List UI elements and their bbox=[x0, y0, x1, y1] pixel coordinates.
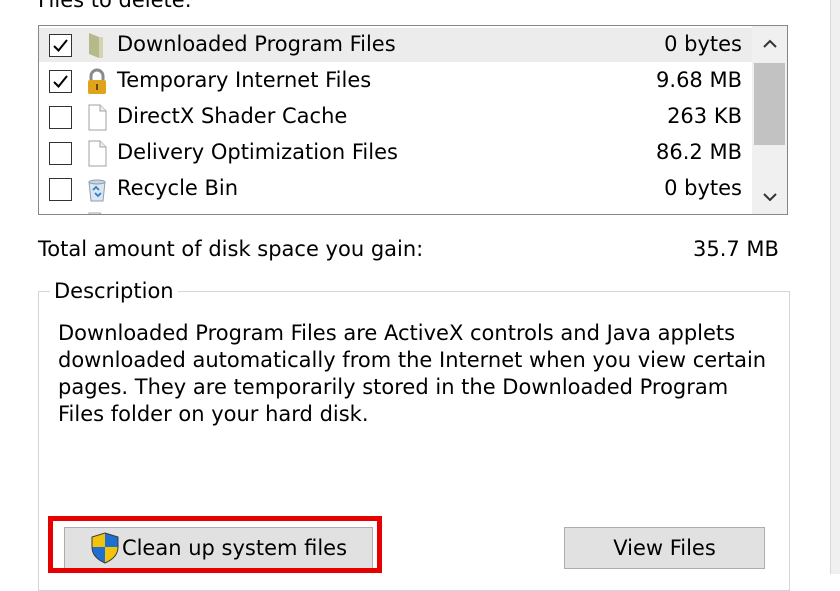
lock-icon bbox=[83, 67, 111, 95]
checkbox[interactable] bbox=[49, 34, 72, 57]
item-size: 9.68 MB bbox=[656, 68, 742, 92]
item-name: Temporary Internet Files bbox=[117, 68, 372, 92]
total-space-label: Total amount of disk space you gain: bbox=[38, 237, 424, 261]
item-name: Downloaded Program Files bbox=[117, 32, 396, 56]
list-item-delivery-optimization-files[interactable]: Delivery Optimization Files 86.2 MB bbox=[39, 136, 752, 170]
item-name: Delivery Optimization Files bbox=[117, 140, 398, 164]
uac-shield-icon bbox=[91, 532, 119, 564]
clean-up-button-label: Clean up system files bbox=[121, 536, 348, 560]
document-icon bbox=[83, 211, 111, 214]
checkbox[interactable] bbox=[49, 106, 72, 129]
description-text: Downloaded Program Files are ActiveX con… bbox=[58, 321, 767, 426]
document-icon bbox=[83, 139, 111, 167]
scroll-up-icon[interactable] bbox=[752, 26, 787, 61]
clean-up-system-files-button[interactable]: Clean up system files bbox=[64, 527, 373, 569]
item-size: 0 bytes bbox=[664, 32, 742, 56]
view-files-button-label: View Files bbox=[613, 536, 716, 560]
description-title: Description bbox=[50, 279, 178, 303]
checkbox[interactable] bbox=[49, 214, 72, 215]
list-item-downloaded-program-files[interactable]: Downloaded Program Files 0 bytes bbox=[39, 28, 752, 62]
recycle-bin-icon bbox=[83, 175, 111, 203]
checkbox[interactable] bbox=[49, 70, 72, 93]
list-item-recycle-bin[interactable]: Recycle Bin 0 bytes bbox=[39, 172, 752, 206]
item-name: DirectX Shader Cache bbox=[117, 104, 348, 128]
checkbox[interactable] bbox=[49, 142, 72, 165]
scroll-down-icon[interactable] bbox=[752, 179, 787, 214]
view-files-button[interactable]: View Files bbox=[564, 527, 765, 569]
list-item-directx-shader-cache[interactable]: DirectX Shader Cache 263 KB bbox=[39, 100, 752, 134]
checkbox[interactable] bbox=[49, 178, 72, 201]
list-item-temporary-internet-files[interactable]: Temporary Internet Files 9.68 MB bbox=[39, 64, 752, 98]
folder-icon bbox=[83, 31, 111, 59]
files-to-delete-list[interactable]: Downloaded Program Files 0 bytes Tempora… bbox=[38, 25, 788, 215]
scrollbar-thumb[interactable] bbox=[754, 63, 785, 145]
files-to-delete-label: Files to delete: bbox=[38, 0, 192, 12]
item-size: 263 KB bbox=[667, 104, 742, 128]
vertical-scrollbar[interactable] bbox=[752, 26, 787, 214]
item-size: 86.2 MB bbox=[656, 140, 742, 164]
window-edge bbox=[830, 0, 840, 574]
total-space-value: 35.7 MB bbox=[693, 237, 779, 261]
document-icon bbox=[83, 103, 111, 131]
list-item-partial[interactable] bbox=[39, 208, 752, 215]
item-name: Recycle Bin bbox=[117, 176, 239, 200]
item-size: 0 bytes bbox=[664, 176, 742, 200]
